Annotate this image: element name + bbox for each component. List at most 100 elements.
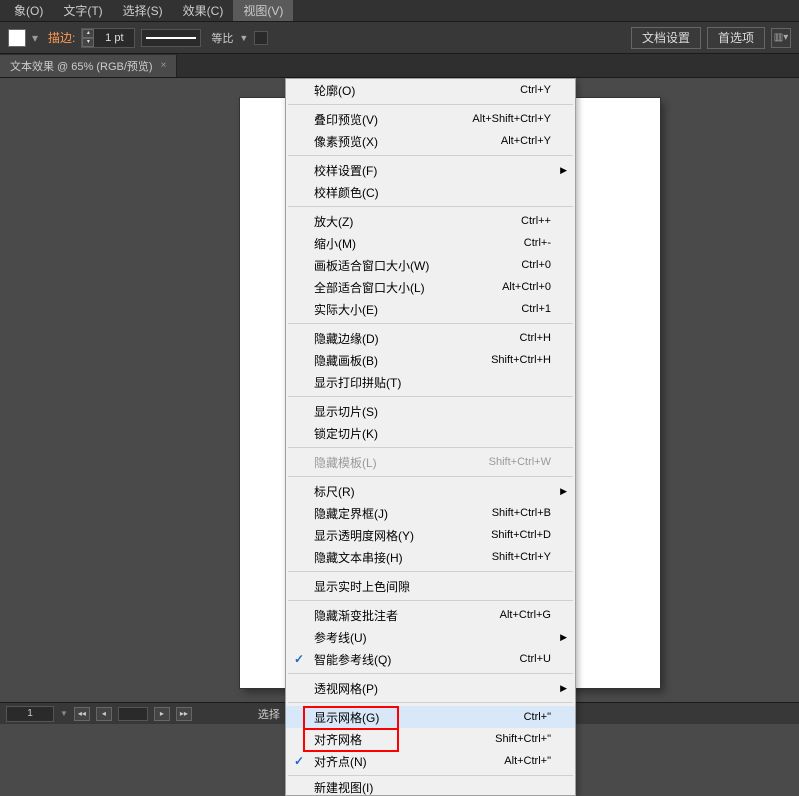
menu-item[interactable]: 锁定切片(K) — [286, 422, 575, 444]
menu-item-shortcut: Shift+Ctrl+D — [491, 529, 551, 541]
menu-item-shortcut: Shift+Ctrl+W — [489, 456, 551, 468]
menu-item[interactable]: 标尺(R)▶ — [286, 480, 575, 502]
status-select-label: 选择 — [258, 706, 280, 722]
menu-item-label: 隐藏画板(B) — [314, 352, 491, 369]
menu-item-shortcut: Alt+Ctrl+" — [504, 755, 551, 767]
menu-item-label: 锁定切片(K) — [314, 425, 551, 442]
document-tab[interactable]: 文本效果 @ 65% (RGB/预览) × — [0, 55, 177, 77]
menu-text[interactable]: 文字(T) — [53, 0, 112, 21]
stroke-label: 描边: — [48, 29, 75, 46]
menu-item-label: 隐藏文本串接(H) — [314, 549, 492, 566]
toolbar-misc-box[interactable] — [254, 31, 268, 45]
menu-item[interactable]: 显示切片(S) — [286, 400, 575, 422]
menu-item[interactable]: 隐藏定界框(J)Shift+Ctrl+B — [286, 502, 575, 524]
menu-item[interactable]: 轮廓(O)Ctrl+Y — [286, 79, 575, 101]
menu-item[interactable]: 像素预览(X)Alt+Ctrl+Y — [286, 130, 575, 152]
menu-separator — [288, 155, 573, 156]
menu-item[interactable]: 隐藏渐变批注者Alt+Ctrl+G — [286, 604, 575, 626]
menu-separator — [288, 476, 573, 477]
ratio-label: 等比 — [211, 30, 233, 46]
menu-item-label: 隐藏渐变批注者 — [314, 607, 500, 624]
fill-swatch[interactable] — [8, 29, 26, 47]
swap-icon[interactable]: ▾ — [32, 31, 42, 45]
menu-item-label: 校样设置(F) — [314, 162, 551, 179]
menu-item-label: 参考线(U) — [314, 629, 551, 646]
menu-item[interactable]: 叠印预览(V)Alt+Shift+Ctrl+Y — [286, 108, 575, 130]
menu-item[interactable]: 透视网格(P) ▶ — [286, 677, 575, 699]
menu-separator — [288, 447, 573, 448]
menu-item[interactable]: 新建视图(I) — [286, 779, 575, 795]
menu-item[interactable]: 显示实时上色间隙 — [286, 575, 575, 597]
menu-item-label: 显示切片(S) — [314, 403, 551, 420]
close-tab-icon[interactable]: × — [161, 60, 167, 71]
doc-settings-button[interactable]: 文档设置 — [631, 27, 701, 49]
nav-prev-button[interactable]: ◂ — [96, 707, 112, 721]
menu-item-label: 隐藏边缘(D) — [314, 330, 520, 347]
stroke-up-button[interactable]: ▴ — [82, 29, 94, 38]
menu-item[interactable]: 放大(Z)Ctrl++ — [286, 210, 575, 232]
stroke-weight-input[interactable] — [94, 32, 134, 44]
menu-item-label: 透视网格(P) — [314, 680, 551, 697]
menu-item[interactable]: 实际大小(E)Ctrl+1 — [286, 298, 575, 320]
panel-icon[interactable]: ▥▾ — [771, 28, 791, 48]
menu-item-label: 全部适合窗口大小(L) — [314, 279, 502, 296]
menu-item-shortcut: Alt+Ctrl+G — [500, 609, 551, 621]
menu-item-label: 显示透明度网格(Y) — [314, 527, 491, 544]
menu-item-label: 实际大小(E) — [314, 301, 521, 318]
menu-item[interactable]: 全部适合窗口大小(L)Alt+Ctrl+0 — [286, 276, 575, 298]
stroke-down-button[interactable]: ▾ — [82, 38, 94, 47]
submenu-arrow-icon: ▶ — [560, 683, 567, 694]
submenu-arrow-icon: ▶ — [560, 486, 567, 497]
stroke-preview[interactable] — [141, 29, 201, 47]
menu-item-label: 隐藏定界框(J) — [314, 505, 492, 522]
view-menu-dropdown: 轮廓(O)Ctrl+Y叠印预览(V)Alt+Shift+Ctrl+Y像素预览(X… — [285, 78, 576, 796]
nav-first-button[interactable]: ◂◂ — [74, 707, 90, 721]
menu-item-shortcut: Ctrl+" — [524, 711, 551, 723]
menu-item[interactable]: 显示透明度网格(Y)Shift+Ctrl+D — [286, 524, 575, 546]
menu-item[interactable]: 校样颜色(C) — [286, 181, 575, 203]
menu-item-label: 显示网格(G) — [314, 709, 524, 726]
menu-item-label: 轮廓(O) — [314, 82, 520, 99]
menu-view[interactable]: 视图(V) — [233, 0, 293, 21]
stroke-weight-input-wrap: ▴ ▾ — [81, 28, 135, 48]
menu-item-shortcut: Alt+Ctrl+Y — [501, 135, 551, 147]
menu-item: 隐藏模板(L)Shift+Ctrl+W — [286, 451, 575, 473]
page-number-input[interactable] — [118, 707, 148, 721]
menu-item[interactable]: 缩小(M)Ctrl+- — [286, 232, 575, 254]
menu-item-label: 对齐点(N) — [314, 753, 504, 770]
dropdown-arrow-icon[interactable]: ▼ — [239, 33, 248, 43]
menu-item-label: 显示实时上色间隙 — [314, 578, 551, 595]
menu-item[interactable]: 对齐网格Shift+Ctrl+" — [286, 728, 575, 750]
menu-item[interactable]: ✓智能参考线(Q)Ctrl+U — [286, 648, 575, 670]
menu-separator — [288, 206, 573, 207]
menu-item[interactable]: 显示网格(G)Ctrl+" — [286, 706, 575, 728]
menu-item[interactable]: 参考线(U)▶ — [286, 626, 575, 648]
menu-object[interactable]: 象(O) — [4, 0, 53, 21]
nav-last-button[interactable]: ▸▸ — [176, 707, 192, 721]
menu-item[interactable]: 显示打印拼贴(T) — [286, 371, 575, 393]
menu-item-shortcut: Ctrl++ — [521, 215, 551, 227]
zoom-dropdown-icon[interactable]: ▼ — [60, 709, 68, 718]
submenu-arrow-icon: ▶ — [560, 165, 567, 176]
menu-item-label: 像素预览(X) — [314, 133, 501, 150]
menu-item-shortcut: Alt+Shift+Ctrl+Y — [472, 113, 551, 125]
menu-separator — [288, 600, 573, 601]
menu-item[interactable]: 隐藏文本串接(H)Shift+Ctrl+Y — [286, 546, 575, 568]
menu-item[interactable]: 校样设置(F) ▶ — [286, 159, 575, 181]
menu-item-label: 画板适合窗口大小(W) — [314, 257, 521, 274]
menu-separator — [288, 673, 573, 674]
zoom-input[interactable]: 1 — [6, 706, 54, 722]
menu-select[interactable]: 选择(S) — [113, 0, 173, 21]
nav-next-button[interactable]: ▸ — [154, 707, 170, 721]
menu-item-shortcut: Ctrl+0 — [521, 259, 551, 271]
menu-item[interactable]: 画板适合窗口大小(W)Ctrl+0 — [286, 254, 575, 276]
preferences-button[interactable]: 首选项 — [707, 27, 765, 49]
menu-item-label: 叠印预览(V) — [314, 111, 472, 128]
menu-item-label: 放大(Z) — [314, 213, 521, 230]
menu-effect[interactable]: 效果(C) — [173, 0, 234, 21]
menu-item[interactable]: 隐藏边缘(D)Ctrl+H — [286, 327, 575, 349]
menu-item-shortcut: Shift+Ctrl+B — [492, 507, 551, 519]
menu-item[interactable]: 隐藏画板(B)Shift+Ctrl+H — [286, 349, 575, 371]
menu-item[interactable]: ✓对齐点(N)Alt+Ctrl+" — [286, 750, 575, 772]
menu-item-shortcut: Shift+Ctrl+" — [495, 733, 551, 745]
